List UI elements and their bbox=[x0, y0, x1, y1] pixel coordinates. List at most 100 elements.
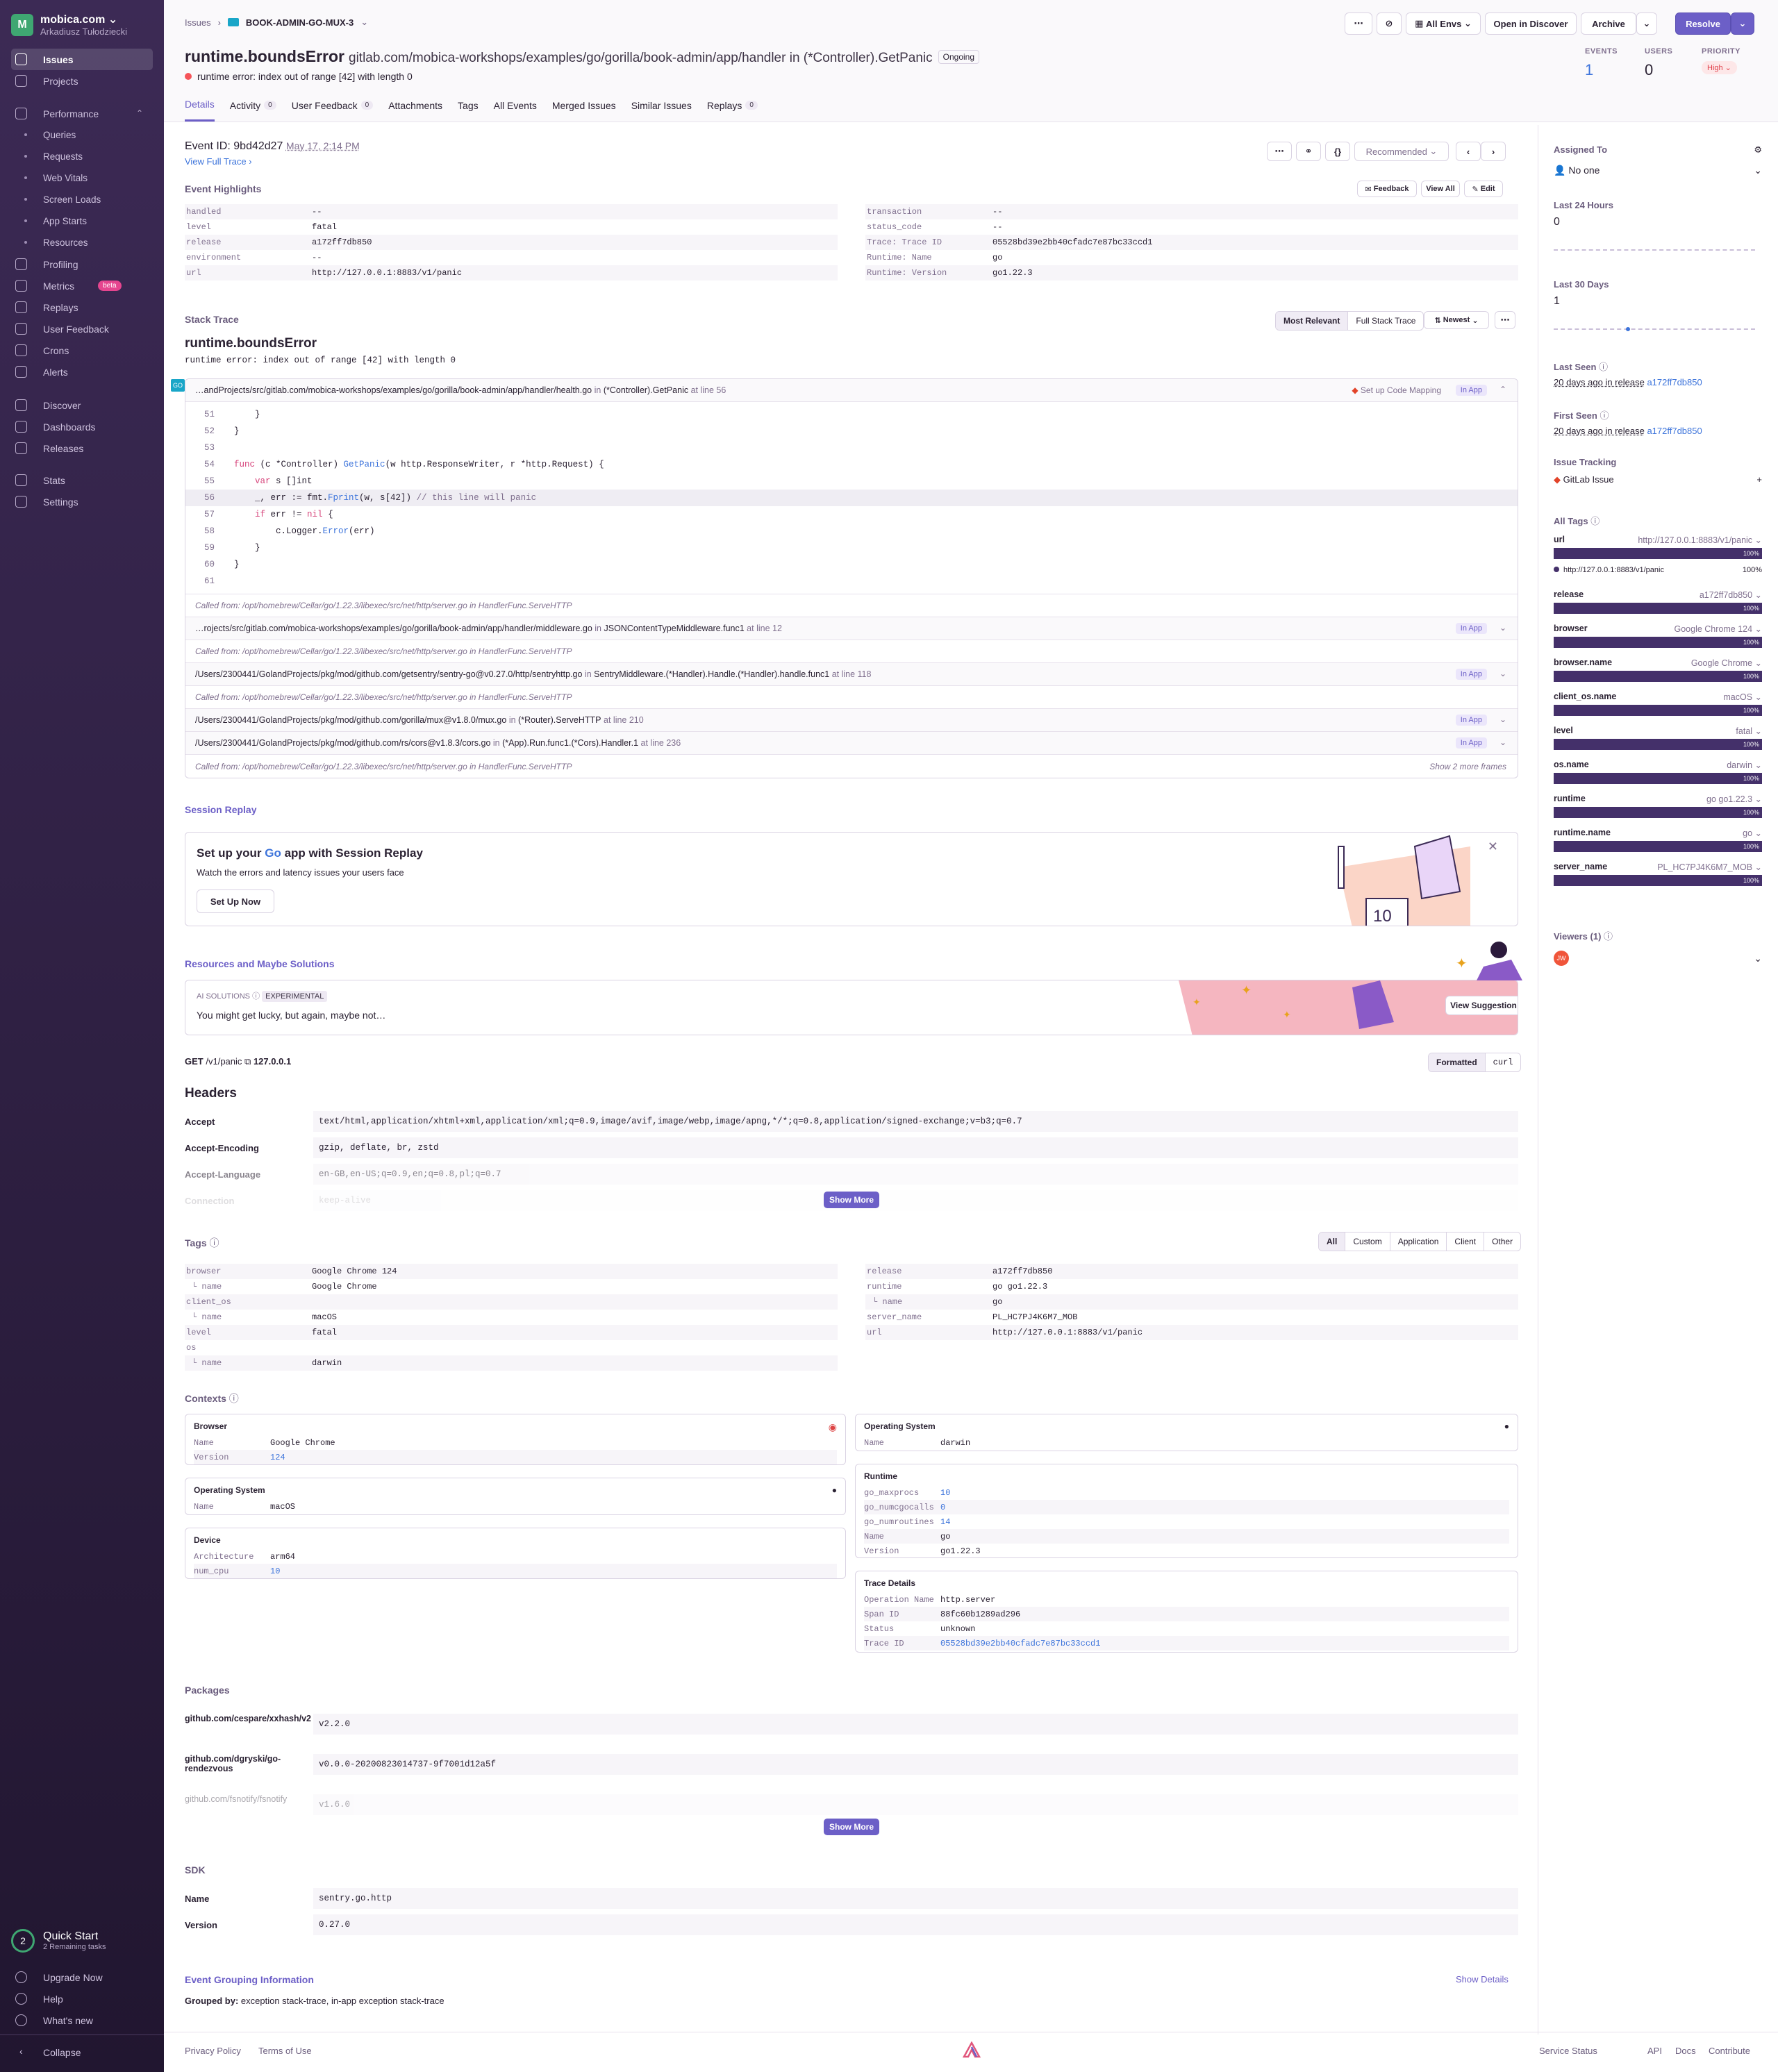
service-status-link[interactable]: Service Status bbox=[1539, 2046, 1597, 2056]
mute-button[interactable]: ⊘ bbox=[1377, 12, 1402, 35]
sidebar-item-replays[interactable]: Replays bbox=[0, 296, 164, 318]
env-selector[interactable]: ▦ All Envs ⌄ bbox=[1406, 12, 1481, 35]
sidebar-item-requests[interactable]: Requests bbox=[0, 146, 164, 167]
info-icon[interactable]: ⓘ bbox=[1600, 410, 1609, 421]
event-id-value[interactable]: 9bd42d27 bbox=[233, 140, 283, 152]
tab-tags[interactable]: Tags bbox=[458, 99, 479, 122]
sidebar-item-whats-new[interactable]: What's new bbox=[0, 2010, 164, 2031]
sidebar-item-queries[interactable]: Queries bbox=[0, 124, 164, 146]
terms-link[interactable]: Terms of Use bbox=[258, 2046, 312, 2056]
sidebar-item-issues[interactable]: Issues bbox=[11, 49, 153, 70]
sidebar-item-projects[interactable]: Projects bbox=[0, 70, 164, 92]
api-link[interactable]: API bbox=[1647, 2046, 1662, 2056]
users-stat[interactable]: USERS 0 bbox=[1645, 47, 1672, 79]
sidebar-item-resources[interactable]: Resources bbox=[0, 232, 164, 253]
sidebar-item-profiling[interactable]: Profiling bbox=[0, 253, 164, 275]
tag-filter-other[interactable]: Other bbox=[1484, 1233, 1520, 1251]
chevron-down-icon[interactable]: ⌄ bbox=[1499, 737, 1506, 747]
quick-start[interactable]: 2 Quick Start 2 Remaining tasks bbox=[11, 1929, 106, 1953]
stack-frame[interactable]: /Users/2300441/GolandProjects/pkg/mod/gi… bbox=[185, 709, 1518, 732]
org-switcher[interactable]: M mobica.com ⌄ Arkadiusz Tułodziecki bbox=[11, 12, 127, 37]
recommended-dropdown[interactable]: Recommended ⌄ bbox=[1354, 142, 1449, 161]
last-seen-release-link[interactable]: a172ff7db850 bbox=[1647, 377, 1702, 387]
set-up-now-button[interactable]: Set Up Now bbox=[197, 889, 274, 913]
sort-dropdown[interactable]: ⇅ Newest ⌄ bbox=[1424, 311, 1489, 329]
tag-summary[interactable]: runtime go go1.22.3 ⌄ 100% bbox=[1554, 794, 1762, 818]
show-more-frames-button[interactable]: Show 2 more frames bbox=[1429, 762, 1506, 771]
sidebar-item-crons[interactable]: Crons bbox=[0, 340, 164, 361]
view-full-trace-link[interactable]: View Full Trace › bbox=[185, 156, 252, 167]
tag-summary[interactable]: browser Google Chrome 124 ⌄ 100% bbox=[1554, 624, 1762, 648]
tag-summary[interactable]: level fatal ⌄ 100% bbox=[1554, 726, 1762, 750]
resolve-options-button[interactable]: ⌄ bbox=[1731, 12, 1754, 35]
sidebar-item-stats[interactable]: Stats bbox=[0, 469, 164, 491]
stack-frame[interactable]: /Users/2300441/GolandProjects/pkg/mod/gi… bbox=[185, 732, 1518, 755]
docs-link[interactable]: Docs bbox=[1675, 2046, 1696, 2056]
sidebar-item-web-vitals[interactable]: Web Vitals bbox=[0, 167, 164, 189]
events-stat[interactable]: EVENTS 1 bbox=[1585, 47, 1618, 79]
sidebar-item-alerts[interactable]: Alerts bbox=[0, 361, 164, 383]
breadcrumb-issues[interactable]: Issues bbox=[185, 17, 211, 28]
assignee-dropdown[interactable]: 👤 No one ⌄ bbox=[1554, 165, 1762, 176]
chevron-down-icon[interactable]: ⌄ bbox=[1499, 669, 1506, 678]
tab-similar-issues[interactable]: Similar Issues bbox=[631, 99, 692, 122]
info-icon[interactable]: ⓘ bbox=[210, 1237, 219, 1248]
first-seen-release-link[interactable]: a172ff7db850 bbox=[1647, 426, 1702, 436]
stack-frame[interactable]: …andProjects/src/gitlab.com/mobica-works… bbox=[185, 379, 1518, 402]
event-more-button[interactable]: ⋯ bbox=[1267, 142, 1292, 161]
tag-summary[interactable]: url http://127.0.0.1:8883/v1/panic ⌄ 100% bbox=[1554, 535, 1762, 559]
tab-activity[interactable]: Activity 0 bbox=[230, 99, 276, 122]
sidebar-item-screen-loads[interactable]: Screen Loads bbox=[0, 189, 164, 210]
chevron-down-icon[interactable]: ⌄ bbox=[1754, 953, 1762, 964]
priority-dropdown[interactable]: High ⌄ bbox=[1702, 61, 1737, 74]
tag-summary[interactable]: server_name PL_HC7PJ4K6M7_MOB ⌄ 100% bbox=[1554, 862, 1762, 886]
tab-details[interactable]: Details bbox=[185, 99, 215, 122]
tag-summary[interactable]: release a172ff7db850 ⌄ 100% bbox=[1554, 590, 1762, 614]
archive-options-button[interactable]: ⌄ bbox=[1636, 12, 1657, 35]
info-icon[interactable]: ⓘ bbox=[1604, 931, 1613, 942]
tab-all-events[interactable]: All Events bbox=[494, 99, 537, 122]
sidebar-item-app-starts[interactable]: App Starts bbox=[0, 210, 164, 232]
show-more-packages-button[interactable]: Show More bbox=[824, 1819, 880, 1835]
tab-attachments[interactable]: Attachments bbox=[388, 99, 442, 122]
info-icon[interactable]: ⓘ bbox=[1590, 516, 1600, 526]
sidebar-item-performance[interactable]: Performance ⌃ bbox=[0, 103, 164, 124]
tag-filter-all[interactable]: All bbox=[1319, 1233, 1346, 1251]
tab-merged-issues[interactable]: Merged Issues bbox=[552, 99, 616, 122]
show-details-button[interactable]: Show Details bbox=[1456, 1974, 1509, 1985]
tag-filter-custom[interactable]: Custom bbox=[1345, 1233, 1390, 1251]
full-stack-toggle[interactable]: Full Stack Trace bbox=[1348, 312, 1423, 330]
privacy-link[interactable]: Privacy Policy bbox=[185, 2046, 241, 2056]
view-suggestion-button[interactable]: View Suggestion bbox=[1445, 996, 1518, 1015]
open-in-discover-button[interactable]: Open in Discover bbox=[1485, 12, 1577, 35]
chevron-down-icon[interactable]: ⌄ bbox=[1499, 623, 1506, 633]
kv-value[interactable]: a172ff7db850 bbox=[312, 237, 372, 247]
info-icon[interactable]: ⓘ bbox=[229, 1393, 239, 1404]
sidebar-item-releases[interactable]: Releases bbox=[0, 437, 164, 459]
external-link-icon[interactable]: ⧉ bbox=[244, 1056, 251, 1067]
chevron-up-icon[interactable]: ⌃ bbox=[1499, 385, 1506, 394]
archive-button[interactable]: Archive bbox=[1581, 12, 1636, 35]
tab-replays[interactable]: Replays 0 bbox=[707, 99, 758, 122]
previous-event-button[interactable]: ‹ bbox=[1456, 142, 1481, 161]
sidebar-item-discover[interactable]: Discover bbox=[0, 394, 164, 416]
breadcrumb-project[interactable]: BOOK-ADMIN-GO-MUX-3 bbox=[246, 17, 354, 28]
sidebar-item-metrics[interactable]: Metrics beta bbox=[0, 275, 164, 296]
json-button[interactable]: {} bbox=[1325, 142, 1350, 161]
info-icon[interactable]: ⓘ bbox=[1599, 362, 1608, 372]
tag-summary[interactable]: client_os.name macOS ⌄ 100% bbox=[1554, 692, 1762, 716]
kv-value[interactable]: a172ff7db850 bbox=[992, 1267, 1052, 1276]
sidebar-item-help[interactable]: Help bbox=[0, 1988, 164, 2010]
tab-user-feedback[interactable]: User Feedback 0 bbox=[292, 99, 374, 122]
chevron-down-icon[interactable]: ⌄ bbox=[1499, 715, 1506, 724]
stack-frame[interactable]: /Users/2300441/GolandProjects/pkg/mod/gi… bbox=[185, 663, 1518, 686]
sidebar-item-user-feedback[interactable]: User Feedback bbox=[0, 318, 164, 340]
code-mapping-link[interactable]: ◆ Set up Code Mapping bbox=[1352, 385, 1441, 395]
kv-value[interactable]: 05528bd39e2bb40cfadc7e87bc33ccd1 bbox=[992, 237, 1152, 247]
formatted-toggle[interactable]: Formatted bbox=[1429, 1053, 1486, 1071]
collapse-sidebar-button[interactable]: ‹ Collapse bbox=[0, 2041, 164, 2063]
most-relevant-toggle[interactable]: Most Relevant bbox=[1276, 312, 1349, 330]
resolve-button[interactable]: Resolve bbox=[1675, 12, 1731, 35]
tag-summary[interactable]: runtime.name go ⌄ 100% bbox=[1554, 828, 1762, 852]
feedback-button[interactable]: ✉ Feedback bbox=[1357, 181, 1417, 197]
